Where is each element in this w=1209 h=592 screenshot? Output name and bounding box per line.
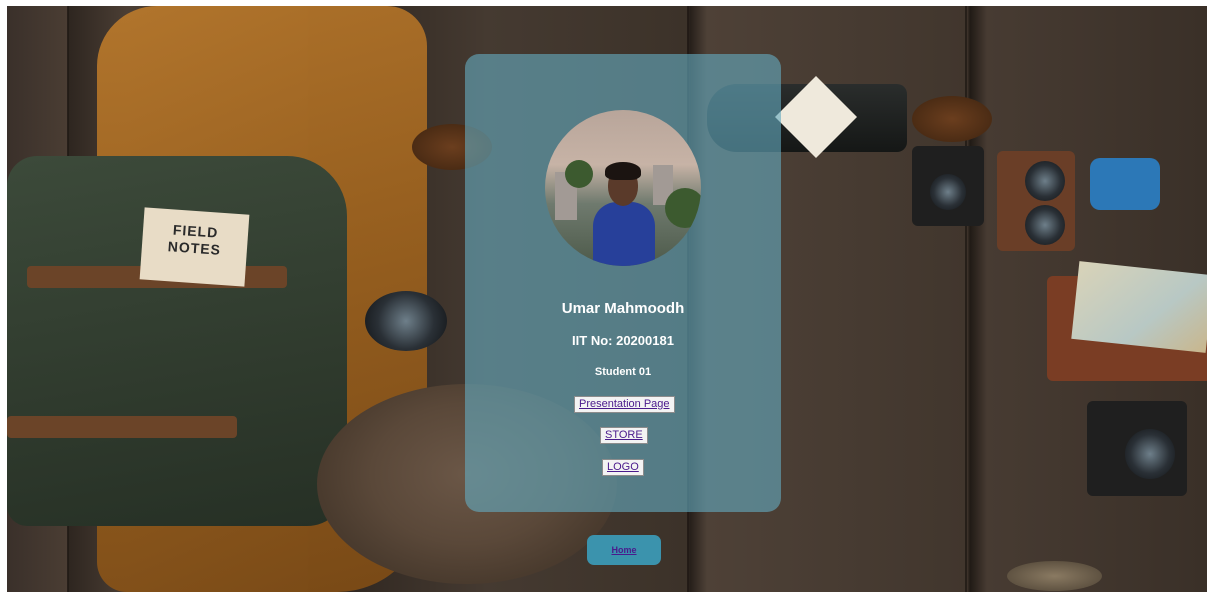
lens-prop (365, 291, 447, 351)
avatar-tree (665, 188, 701, 228)
plank-seam (965, 6, 967, 592)
logo-link[interactable]: LOGO (602, 459, 644, 476)
home-button[interactable]: Home (587, 535, 661, 565)
case-prop (997, 151, 1075, 251)
sunglasses-lens (1025, 205, 1065, 245)
camera-lens (930, 174, 966, 210)
map-prop (1071, 261, 1207, 353)
avatar-person-body (593, 202, 655, 266)
sunglasses-lens (1025, 161, 1065, 201)
camera-prop (1087, 401, 1187, 496)
avatar (545, 110, 701, 266)
pinecone-prop (912, 96, 992, 142)
tin-prop (1090, 158, 1160, 210)
camera-lens (1125, 429, 1175, 479)
profile-role: Student 01 (594, 366, 652, 378)
backpack-strap (7, 416, 237, 438)
profile-iit-number: IIT No: 20200181 (572, 333, 674, 348)
field-notes-book: FIELD NOTES (139, 207, 250, 287)
store-link[interactable]: STORE (600, 427, 648, 444)
profile-card: Umar Mahmoodh IIT No: 20200181 Student 0… (465, 54, 781, 512)
wood-slice-prop (1007, 561, 1102, 591)
profile-name: Umar Mahmoodh (561, 300, 685, 317)
camera-prop (912, 146, 984, 226)
avatar-person-hair (605, 162, 641, 180)
avatar-tree (565, 160, 593, 188)
presentation-page-link[interactable]: Presentation Page (574, 396, 675, 413)
